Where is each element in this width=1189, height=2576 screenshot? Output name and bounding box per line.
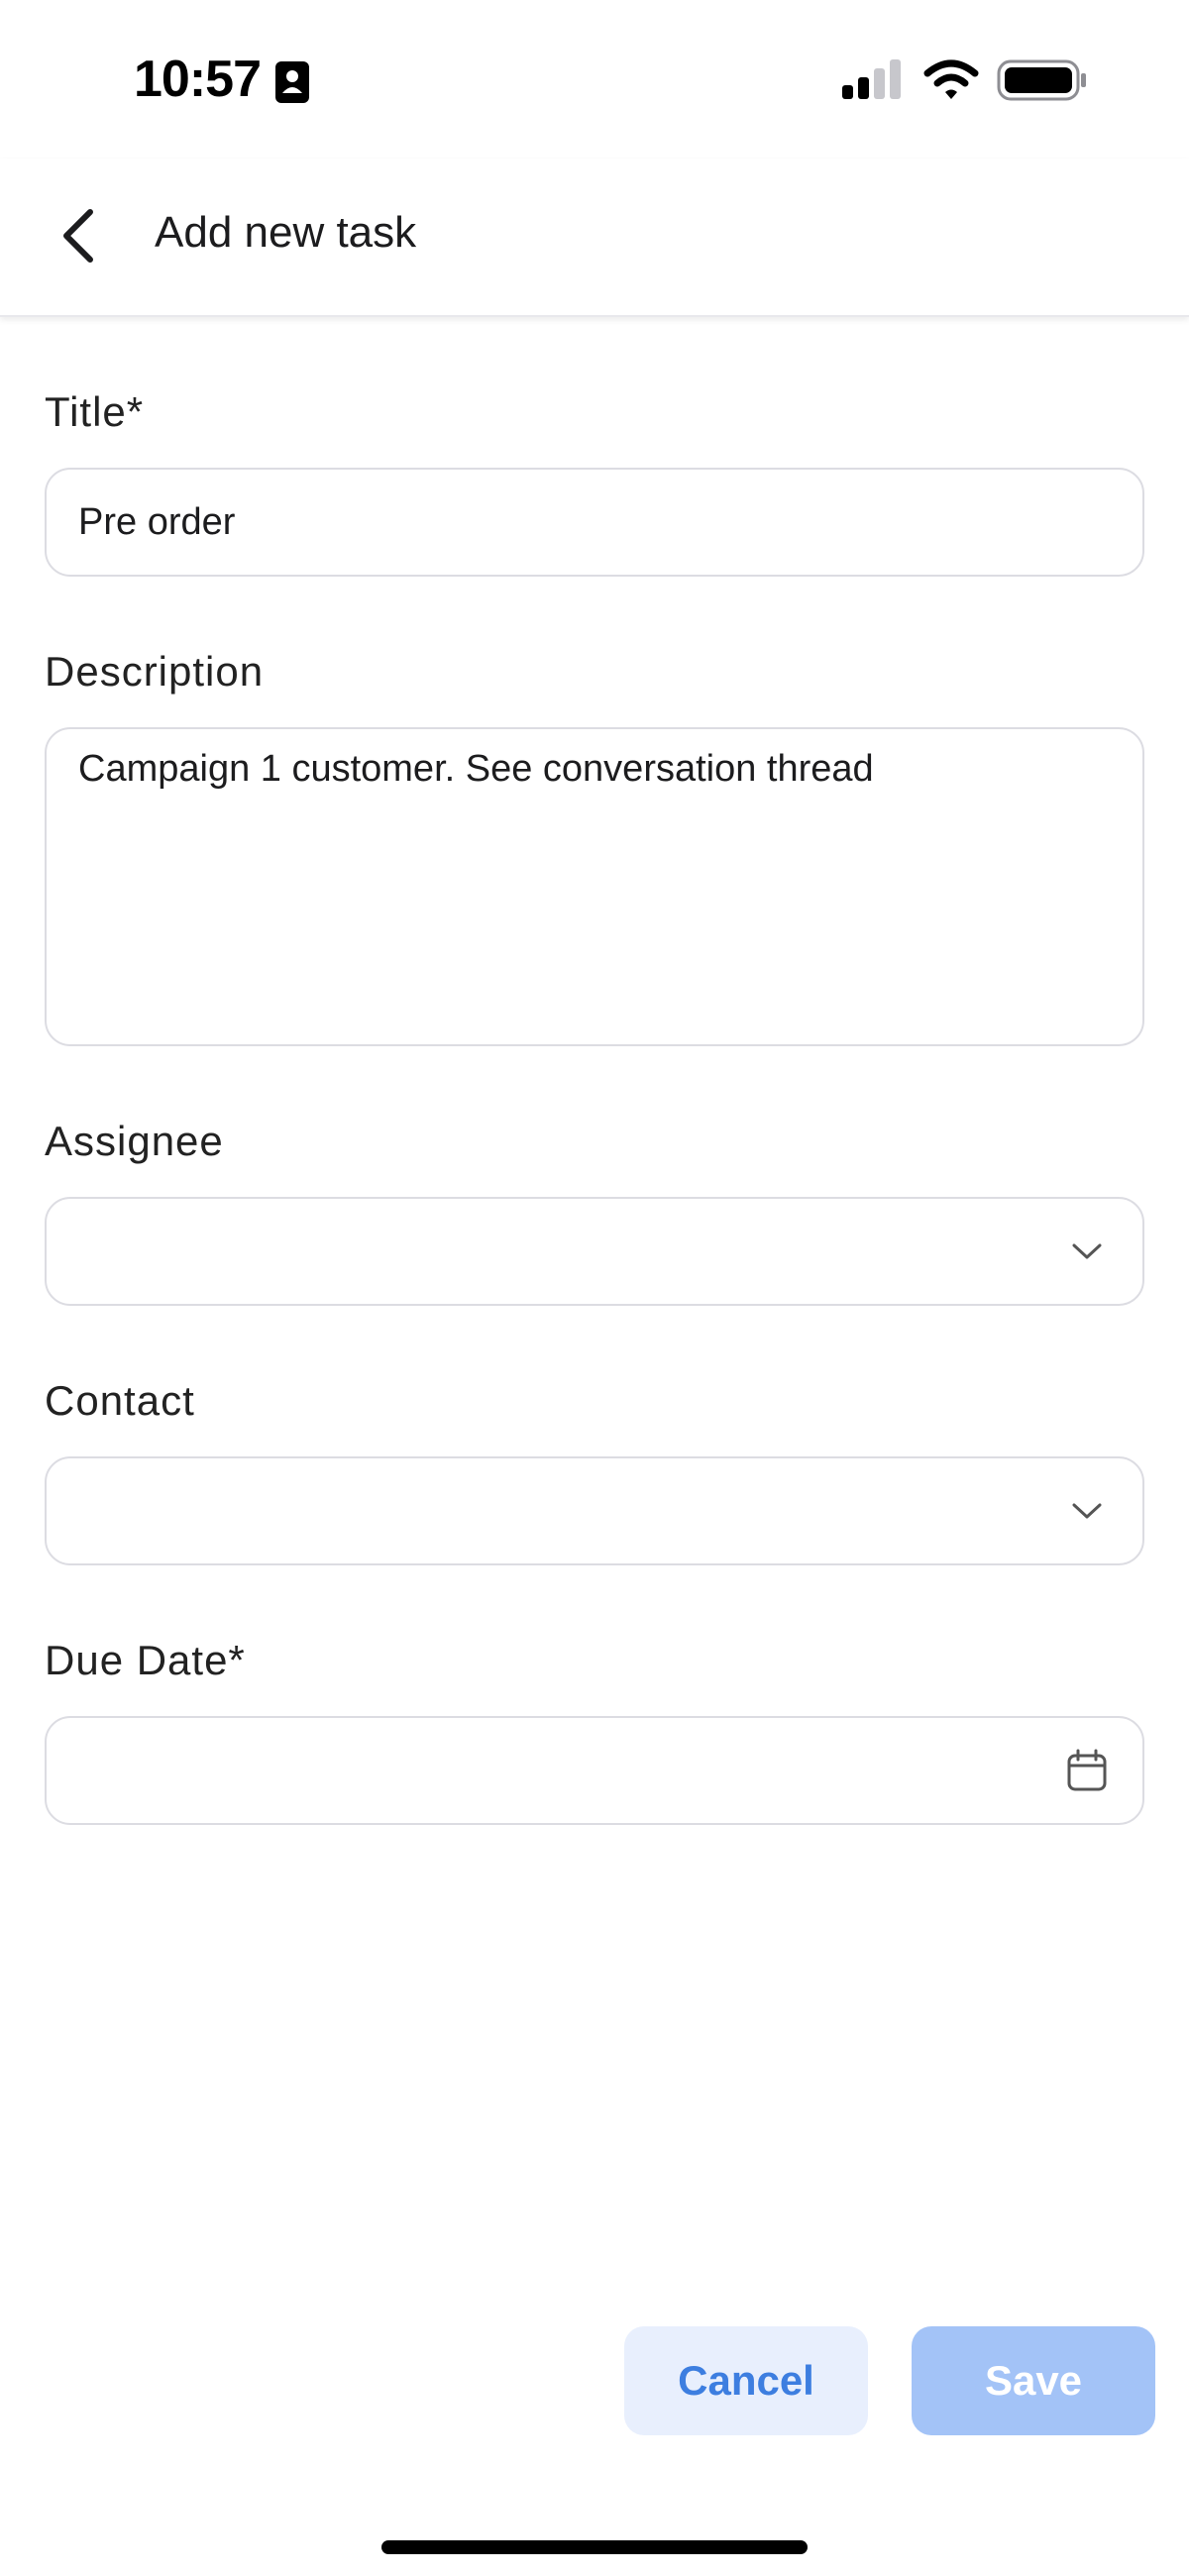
contact-card-icon — [275, 61, 309, 103]
description-textarea[interactable] — [78, 745, 1109, 1022]
chevron-down-icon — [1065, 1230, 1109, 1273]
calendar-icon[interactable] — [1065, 1749, 1109, 1792]
assignee-label: Assignee — [45, 1118, 224, 1164]
assignee-select[interactable] — [45, 1197, 1144, 1306]
contact-select[interactable] — [45, 1456, 1144, 1565]
home-indicator — [381, 2540, 808, 2554]
chevron-down-icon — [1065, 1489, 1109, 1533]
title-label: Title* — [45, 388, 145, 435]
cancel-button[interactable]: Cancel — [624, 2326, 868, 2435]
contact-value — [78, 1458, 1029, 1563]
title-input[interactable] — [78, 470, 1029, 575]
description-label: Description — [45, 648, 265, 695]
battery-icon — [997, 57, 1088, 103]
due-date-label: Due Date* — [45, 1637, 246, 1683]
due-date-value — [78, 1718, 1029, 1823]
status-time: 10:57 — [134, 51, 262, 108]
signal-icon — [842, 59, 906, 101]
title-field[interactable] — [45, 468, 1144, 577]
back-button[interactable] — [42, 200, 115, 275]
save-button[interactable]: Save — [912, 2326, 1155, 2435]
contact-label: Contact — [45, 1377, 195, 1424]
app-header: Add new task — [0, 159, 1189, 317]
wifi-icon — [923, 59, 979, 101]
chevron-left-icon — [58, 206, 98, 270]
page-title: Add new task — [155, 208, 417, 257]
status-bar: 10:57 — [0, 0, 1189, 159]
due-date-picker[interactable] — [45, 1716, 1144, 1825]
description-field[interactable] — [45, 727, 1144, 1046]
assignee-value — [78, 1199, 1029, 1304]
